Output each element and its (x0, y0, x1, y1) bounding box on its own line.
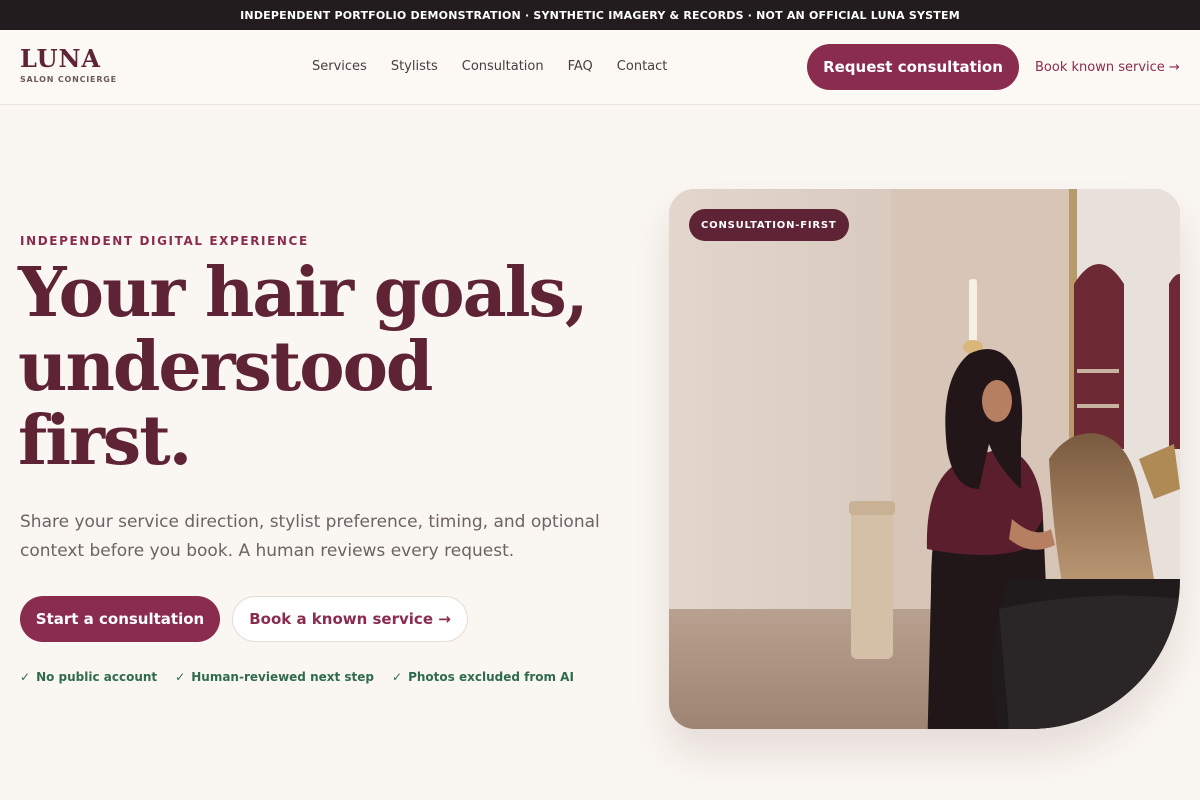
site-header: LUNA SALON CONCIERGE Services Stylists C… (0, 30, 1200, 105)
check-icon: ✓ (175, 670, 186, 684)
logo[interactable]: LUNA SALON CONCIERGE (20, 44, 117, 85)
book-known-service-link[interactable]: Book known service → (1035, 60, 1180, 75)
disclaimer-banner: INDEPENDENT PORTFOLIO DEMONSTRATION · SY… (0, 0, 1200, 30)
check-icon: ✓ (20, 670, 31, 684)
headline-line-3: first. (18, 401, 192, 481)
disclaimer-text: INDEPENDENT PORTFOLIO DEMONSTRATION · SY… (240, 8, 960, 22)
trust-label: Photos excluded from AI (408, 670, 574, 684)
trust-item: ✓ Photos excluded from AI (392, 670, 574, 684)
logo-tagline: SALON CONCIERGE (20, 75, 117, 84)
nav-contact[interactable]: Contact (617, 59, 668, 74)
check-icon: ✓ (392, 670, 403, 684)
nav-consultation[interactable]: Consultation (462, 59, 544, 74)
salon-scene-illustration (669, 189, 1180, 729)
hero-headline: Your hair goals, understood first. (18, 256, 638, 478)
headline-line-2: understood (18, 327, 433, 407)
headline-line-1: Your hair goals, (18, 253, 589, 333)
hero-eyebrow: INDEPENDENT DIGITAL EXPERIENCE (20, 234, 309, 248)
consultation-badge: CONSULTATION-FIRST (689, 209, 849, 241)
trust-label: Human-reviewed next step (191, 670, 375, 684)
nav-faq[interactable]: FAQ (568, 59, 593, 74)
nav-services[interactable]: Services (312, 59, 367, 74)
hero-image: CONSULTATION-FIRST (669, 189, 1180, 729)
main-nav: Services Stylists Consultation FAQ Conta… (312, 59, 691, 74)
request-consultation-button[interactable]: Request consultation (807, 44, 1019, 90)
trust-item: ✓ No public account (20, 670, 157, 684)
trust-label: No public account (36, 670, 158, 684)
trust-checks: ✓ No public account ✓ Human-reviewed next … (20, 670, 592, 684)
book-known-service-button[interactable]: Book a known service → (232, 596, 468, 642)
hero-lede: Share your service direction, stylist pr… (20, 512, 600, 561)
nav-stylists[interactable]: Stylists (391, 59, 438, 74)
logo-wordmark: LUNA (20, 44, 102, 73)
trust-item: ✓ Human-reviewed next step (175, 670, 374, 684)
start-consultation-button[interactable]: Start a consultation (20, 596, 220, 642)
